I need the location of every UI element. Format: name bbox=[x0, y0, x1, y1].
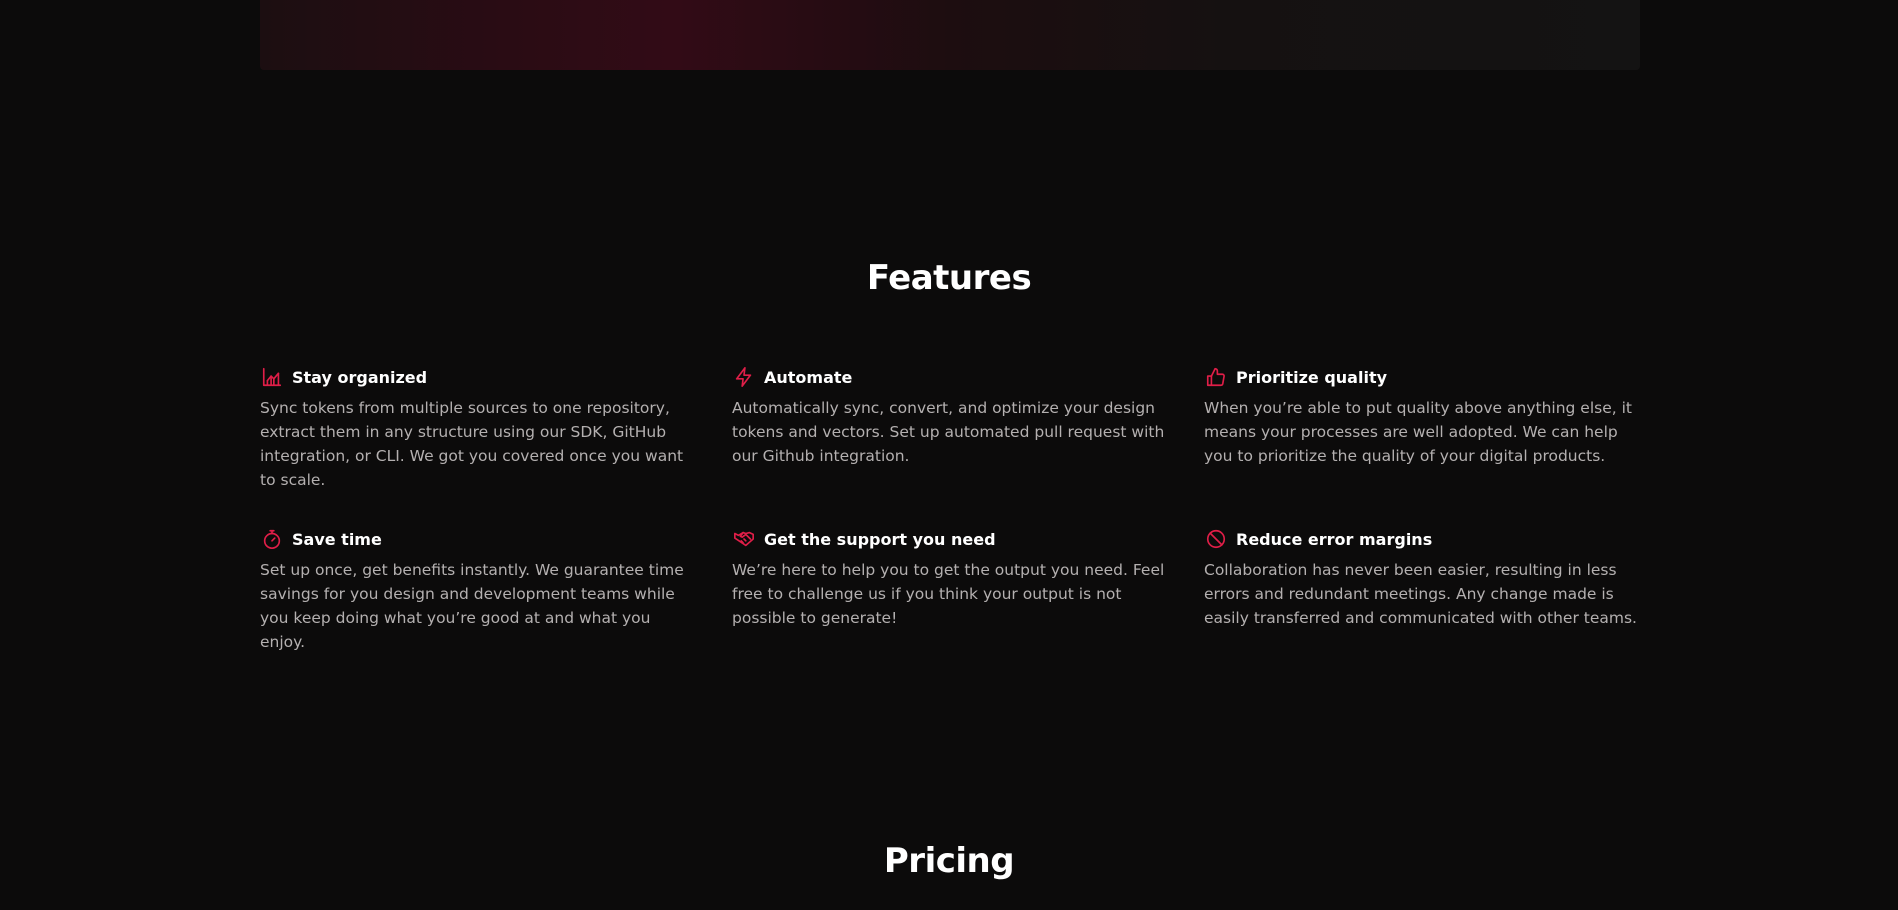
chart-area-icon bbox=[260, 365, 284, 389]
feature-description: Automatically sync, convert, and optimiz… bbox=[732, 399, 1165, 465]
features-heading: Features bbox=[866, 258, 1032, 298]
handshake-icon bbox=[732, 527, 756, 551]
feature-title: Reduce error margins bbox=[1236, 529, 1433, 549]
feature-card-reduce-errors: Reduce error margins Collaboration has n… bbox=[1204, 526, 1644, 654]
thumbs-up-icon bbox=[1204, 365, 1228, 389]
feature-title: Automate bbox=[764, 367, 853, 387]
feature-description: We’re here to help you to get the output… bbox=[732, 561, 1165, 627]
feature-title: Stay organized bbox=[292, 367, 428, 387]
landing-page: Features Stay organized Sync tokens from… bbox=[0, 0, 1898, 910]
feature-card-automate: Automate Automatically sync, convert, an… bbox=[732, 364, 1172, 492]
feature-description: Sync tokens from multiple sources to one… bbox=[260, 399, 684, 489]
hero-image-bottom-edge bbox=[260, 0, 1640, 70]
feature-title: Save time bbox=[292, 529, 382, 549]
feature-card-save-time: Save time Set up once, get benefits inst… bbox=[260, 526, 700, 654]
pricing-heading: Pricing bbox=[883, 841, 1015, 881]
feature-title: Prioritize quality bbox=[1236, 367, 1388, 387]
feature-card-stay-organized: Stay organized Sync tokens from multiple… bbox=[260, 364, 700, 492]
feature-description: Set up once, get benefits instantly. We … bbox=[260, 561, 684, 651]
bolt-icon bbox=[732, 365, 756, 389]
feature-description: Collaboration has never been easier, res… bbox=[1204, 561, 1637, 627]
feature-card-prioritize-quality: Prioritize quality When you’re able to p… bbox=[1204, 364, 1644, 492]
features-grid: Stay organized Sync tokens from multiple… bbox=[260, 364, 1660, 654]
feature-title: Get the support you need bbox=[764, 529, 996, 549]
ban-icon bbox=[1204, 527, 1228, 551]
feature-description: When you’re able to put quality above an… bbox=[1204, 399, 1632, 465]
stopwatch-icon bbox=[260, 527, 284, 551]
feature-card-support: Get the support you need We’re here to h… bbox=[732, 526, 1172, 654]
